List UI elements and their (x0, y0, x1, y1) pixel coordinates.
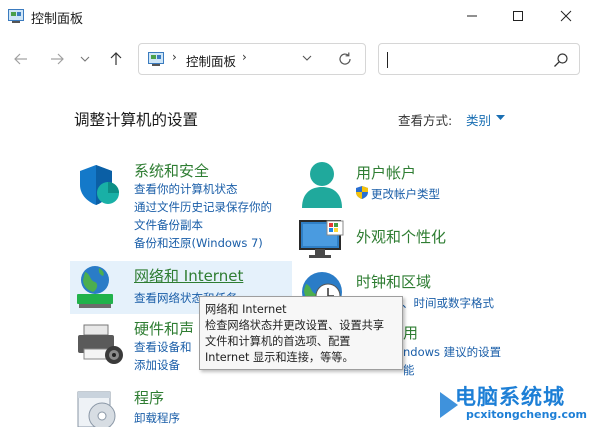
network-globe-icon (77, 266, 113, 308)
back-button[interactable] (10, 48, 32, 70)
category-title[interactable]: 系统和安全 (134, 160, 209, 181)
category-link[interactable]: 通过文件历史记录保存你的 (134, 199, 272, 215)
category-title[interactable]: 硬件和声 (134, 318, 194, 339)
category-link[interactable]: 卸载程序 (134, 410, 180, 426)
category-link[interactable]: 文件备份副本 (134, 217, 203, 233)
uac-shield-icon (356, 186, 368, 199)
page-title: 调整计算机的设置 (74, 111, 199, 129)
category-link[interactable]: ndows 建议的设置 (403, 344, 501, 360)
close-button[interactable] (543, 0, 589, 32)
tooltip: 网络和 Internet 检查网络状态并更改设置、设置共享 文件和计算机的首选项… (199, 296, 403, 370)
arrow-up-icon (110, 52, 122, 65)
shield-icon (80, 165, 119, 205)
chevron-down-icon (80, 56, 90, 62)
window-title: 控制面板 (31, 12, 84, 27)
maximize-button[interactable] (495, 0, 541, 32)
text-cursor (387, 52, 388, 68)
breadcrumb-item[interactable]: 控制面板 (186, 51, 236, 70)
breadcrumb-separator[interactable]: › (172, 50, 177, 64)
arrow-right-icon (51, 53, 64, 65)
breadcrumb-separator[interactable]: › (242, 50, 247, 64)
user-icon (302, 162, 342, 208)
caret-down-icon[interactable] (496, 115, 505, 121)
category-link[interactable]: 查看你的计算机状态 (134, 181, 238, 197)
minimize-button[interactable] (449, 0, 495, 32)
arrow-left-icon (14, 53, 27, 65)
tooltip-line: 网络和 Internet (205, 303, 287, 316)
search-input[interactable] (378, 43, 580, 75)
view-by-label: 查看方式: (398, 113, 453, 128)
printer-icon (78, 324, 123, 364)
title-bar: 控制面板 (0, 0, 589, 34)
watermark-url: pcxitongcheng.com (466, 408, 588, 421)
maximize-icon (513, 11, 523, 21)
category-link[interactable]: 更改帐户类型 (371, 186, 440, 202)
tooltip-line: 文件和计算机的首选项、配置 (205, 335, 351, 348)
view-by-dropdown[interactable]: 类别 (466, 110, 491, 129)
tooltip-line: 检查网络状态并更改设置、设置共享 (205, 319, 385, 332)
control-panel-icon (148, 52, 164, 66)
tooltip-line: Internet 显示和连接，等等。 (205, 351, 354, 364)
search-icon[interactable] (553, 52, 569, 68)
category-link[interactable]: 添加设备 (134, 357, 180, 373)
category-link[interactable]: 能 (403, 362, 415, 378)
category-title[interactable]: 外观和个性化 (356, 226, 446, 247)
minimize-icon (467, 15, 477, 17)
category-title[interactable]: 用 (403, 322, 418, 343)
programs-icon (77, 391, 116, 427)
category-link[interactable]: 查看设备和 (134, 339, 192, 355)
category-title[interactable]: 用户帐户 (356, 162, 416, 183)
chevron-down-icon[interactable] (301, 52, 313, 64)
category-title[interactable]: 网络和 Internet (134, 265, 243, 286)
control-panel-icon (8, 9, 24, 23)
close-icon (560, 10, 572, 22)
refresh-icon[interactable] (337, 51, 353, 67)
recent-locations-button[interactable] (77, 48, 93, 70)
address-bar[interactable]: › 控制面板 › (138, 43, 366, 75)
category-link[interactable]: 备份和还原(Windows 7) (134, 235, 263, 251)
up-button[interactable] (105, 48, 127, 70)
forward-button[interactable] (46, 48, 68, 70)
watermark-title: 电脑系统城 (455, 385, 565, 409)
category-title[interactable]: 程序 (134, 387, 164, 408)
monitor-palette-icon (299, 220, 344, 258)
category-title[interactable]: 时钟和区域 (356, 271, 431, 292)
